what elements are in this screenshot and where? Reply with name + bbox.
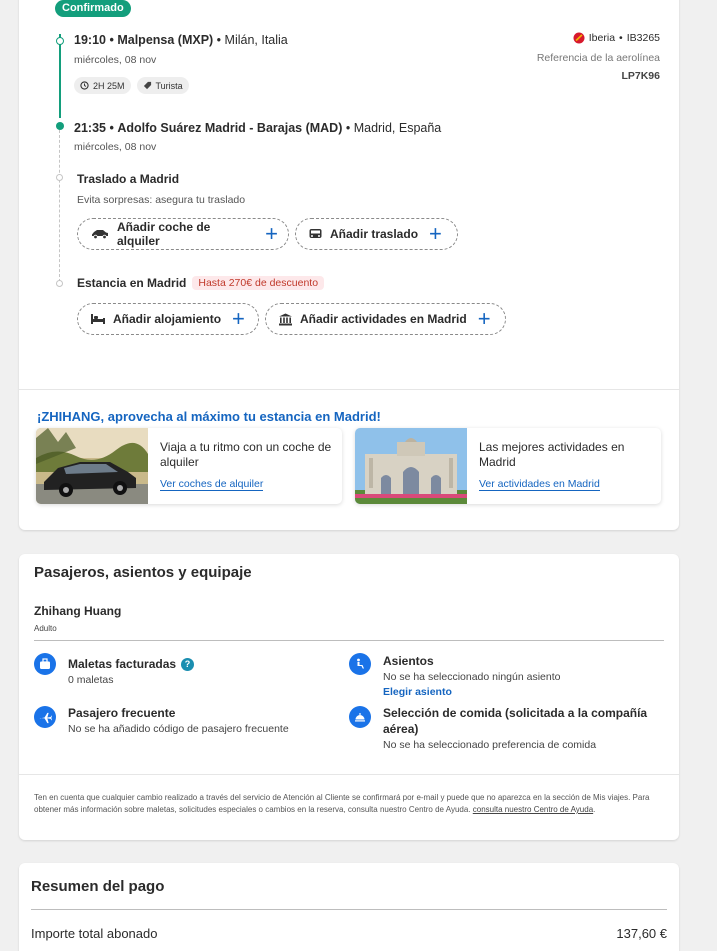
passengers-card: Pasajeros, asientos y equipaje Zhihang H… <box>19 554 679 840</box>
departure-city: Milán, Italia <box>224 33 288 47</box>
departure-date: miércoles, 08 nov <box>74 54 157 66</box>
divider <box>19 774 679 775</box>
seats-title: Asientos <box>383 654 434 668</box>
flight-pills: 2H 25M Turista <box>74 77 189 94</box>
arrival-airport: Adolfo Suárez Madrid - Barajas (MAD) <box>117 121 343 135</box>
clock-icon <box>80 81 89 90</box>
passenger-name: Zhihang Huang <box>34 604 122 618</box>
transfer-title: Traslado a Madrid <box>77 172 180 186</box>
plus-icon: + <box>232 306 245 331</box>
seat-icon <box>349 653 371 675</box>
activities-link[interactable]: Ver actividades en Madrid <box>479 478 600 491</box>
plus-icon: + <box>265 221 278 246</box>
meal-title: Selección de comida (solicitada a la com… <box>383 706 648 736</box>
passenger-divider <box>34 640 664 641</box>
total-label: Importe total abonado <box>31 926 158 941</box>
total-value: 137,60 € <box>616 926 667 941</box>
plus-icon: + <box>477 306 491 331</box>
payment-divider <box>31 909 667 910</box>
timeline-dashed <box>59 130 60 282</box>
meal-value: No se ha seleccionado preferencia de com… <box>383 739 597 751</box>
payment-card: Resumen del pago Importe total abonado 1… <box>19 863 679 951</box>
airline-ref-label: Referencia de la aerolínea <box>536 52 660 64</box>
museum-icon <box>279 313 292 325</box>
airline-ref-value: LP7K96 <box>621 70 660 82</box>
status-badge: Confirmado <box>55 0 131 17</box>
bags-value: 0 maletas <box>68 674 114 686</box>
duration-pill: 2H 25M <box>74 77 131 94</box>
airline-name: Iberia <box>588 32 616 44</box>
stay-dot <box>56 280 63 287</box>
help-center-link[interactable]: consulta nuestro Centro de Ayuda <box>473 805 593 814</box>
stay-title: Estancia en Madrid <box>77 276 187 290</box>
meal-icon <box>349 706 371 728</box>
transfer-dot <box>56 174 63 181</box>
car-photo <box>36 428 148 504</box>
divider <box>19 389 679 390</box>
promo-card-car[interactable]: Viaja a tu ritmo con un coche de alquile… <box>36 428 342 504</box>
car-rental-link[interactable]: Ver coches de alquiler <box>160 478 264 491</box>
add-transfer-button[interactable]: Añadir traslado + <box>295 218 458 250</box>
departure-line: 19:10 • Malpensa (MXP) • Milán, Italia <box>74 33 288 47</box>
luggage-icon <box>34 653 56 675</box>
frequent-title: Pasajero frecuente <box>68 706 176 720</box>
plane-icon <box>34 706 56 728</box>
passengers-title: Pasajeros, asientos y equipaje <box>34 564 252 581</box>
arrival-time: 21:35 <box>74 121 106 135</box>
car-icon <box>92 230 108 240</box>
payment-title: Resumen del pago <box>31 878 165 895</box>
vehicle-icon <box>309 229 322 238</box>
promo-car-text: Viaja a tu ritmo con un coche de alquile… <box>160 440 332 469</box>
arrival-date: miércoles, 08 nov <box>74 141 157 153</box>
flight-number: IB3265 <box>626 32 660 44</box>
seats-value: No se ha seleccionado ningún asiento <box>383 671 561 683</box>
add-accommodation-button[interactable]: Añadir alojamiento + <box>77 303 259 335</box>
transfer-subtitle: Evita sorpresas: asegura tu traslado <box>77 194 246 206</box>
add-activities-button[interactable]: Añadir actividades en Madrid + <box>265 303 506 335</box>
arrival-dot <box>56 122 64 130</box>
iberia-logo-icon <box>573 32 585 44</box>
departure-time: 19:10 <box>74 33 106 47</box>
flight-card: Confirmado 19:10 • Malpensa (MXP) • Milá… <box>19 0 679 530</box>
promo-activities-text: Las mejores actividades en Madrid <box>479 440 625 469</box>
plus-icon: + <box>429 221 442 246</box>
discount-badge: Hasta 270€ de descuento <box>192 276 325 290</box>
timeline-line <box>59 34 61 118</box>
arrival-city: Madrid, España <box>353 121 442 135</box>
add-car-rental-button[interactable]: Añadir coche de alquiler + <box>77 218 289 250</box>
departure-dot <box>56 37 64 45</box>
choose-seat-link[interactable]: Elegir asiento <box>383 686 452 698</box>
cabin-pill: Turista <box>136 77 189 94</box>
passenger-type: Adulto <box>34 624 57 633</box>
frequent-value: No se ha añadido código de pasajero frec… <box>68 723 289 735</box>
promo-card-activities[interactable]: Las mejores actividades en Madrid Ver ac… <box>355 428 661 504</box>
bed-icon <box>91 314 105 324</box>
airline-info: Iberia • IB3265 <box>573 32 660 44</box>
tag-icon <box>143 81 151 90</box>
departure-airport: Malpensa (MXP) <box>117 33 214 47</box>
bags-title: Maletas facturadas? <box>68 656 195 672</box>
help-icon[interactable]: ? <box>181 657 195 671</box>
arrival-line: 21:35 • Adolfo Suárez Madrid - Barajas (… <box>74 121 442 135</box>
change-notice: Ten en cuenta que cualquier cambio reali… <box>34 793 650 814</box>
stay-header: Estancia en Madrid Hasta 270€ de descuen… <box>77 276 325 290</box>
promo-title: ¡ZHIHANG, aprovecha al máximo tu estanci… <box>37 409 381 424</box>
puerta-alcala-photo <box>355 428 467 504</box>
